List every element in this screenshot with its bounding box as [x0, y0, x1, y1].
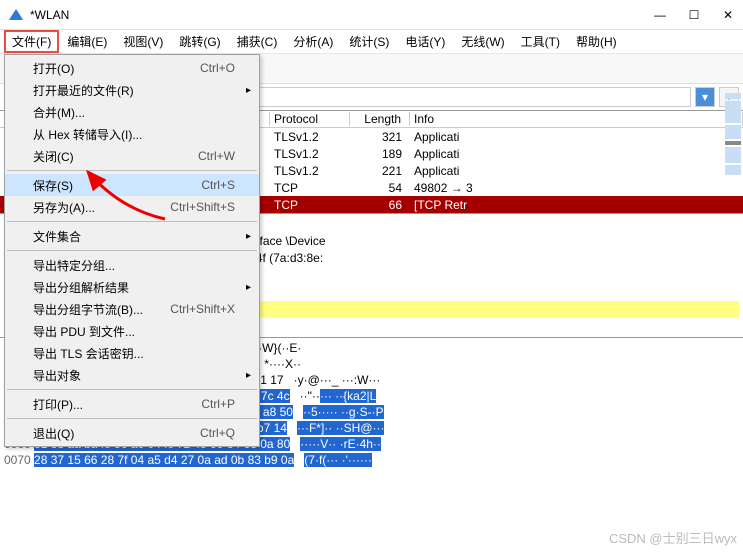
maximize-button[interactable]: ☐ [687, 8, 701, 22]
menu-item[interactable]: 导出 PDU 到文件... [5, 320, 259, 342]
col-protocol[interactable]: Protocol [270, 112, 350, 126]
menu-item[interactable]: 导出对象 ▸ [5, 364, 259, 386]
menu-item[interactable]: 打开(O)Ctrl+O [5, 57, 259, 79]
menu-item-label: 导出 PDU 到文件... [33, 323, 235, 340]
menu-无线[interactable]: 无线(W) [453, 30, 512, 53]
menu-分析[interactable]: 分析(A) [285, 30, 341, 53]
menu-item[interactable]: 另存为(A)...Ctrl+Shift+S [5, 196, 259, 218]
menu-separator [7, 418, 257, 419]
menu-item-label: 退出(Q) [33, 425, 200, 442]
menu-separator [7, 389, 257, 390]
menu-item-label: 导出分组字节流(B)... [33, 301, 170, 318]
menu-item[interactable]: 打印(P)...Ctrl+P [5, 393, 259, 415]
menu-item[interactable]: 退出(Q)Ctrl+Q [5, 422, 259, 444]
menu-item[interactable]: 从 Hex 转储导入(I)... [5, 123, 259, 145]
watermark: CSDN @士别三日wyx [609, 528, 737, 547]
menu-电话[interactable]: 电话(Y) [397, 30, 453, 53]
file-menu-dropdown: 打开(O)Ctrl+O 打开最近的文件(R) ▸ 合并(M)... 从 Hex 转储导入… [4, 54, 260, 447]
menu-帮助[interactable]: 帮助(H) [568, 30, 625, 53]
menu-shortcut: Ctrl+Shift+X [170, 302, 235, 316]
filter-dropdown-icon[interactable]: ▾ [695, 87, 715, 107]
menu-shortcut: Ctrl+O [200, 61, 235, 75]
menu-item-label: 导出特定分组... [33, 257, 235, 274]
menu-跳转[interactable]: 跳转(G) [171, 30, 228, 53]
menu-工具[interactable]: 工具(T) [513, 30, 568, 53]
menu-item-label: 保存(S) [33, 177, 201, 194]
menu-编辑[interactable]: 编辑(E) [59, 30, 115, 53]
menu-item[interactable]: 导出分组字节流(B)...Ctrl+Shift+X [5, 298, 259, 320]
menu-item-label: 导出 TLS 会话密钥... [33, 345, 235, 362]
menu-item[interactable]: 导出特定分组... [5, 254, 259, 276]
menubar: 文件(F)编辑(E)视图(V)跳转(G)捕获(C)分析(A)统计(S)电话(Y)… [0, 30, 743, 54]
menu-item[interactable]: 导出 TLS 会话密钥... [5, 342, 259, 364]
menu-视图[interactable]: 视图(V) [115, 30, 171, 53]
menu-文件[interactable]: 文件(F) [4, 30, 59, 53]
menu-shortcut: Ctrl+S [201, 178, 235, 192]
submenu-arrow-icon: ▸ [246, 231, 251, 242]
menu-item-label: 打印(P)... [33, 396, 201, 413]
menu-item[interactable]: 合并(M)... [5, 101, 259, 123]
menu-item[interactable]: 文件集合 ▸ [5, 225, 259, 247]
window-title: *WLAN [30, 8, 653, 22]
menu-item-label: 另存为(A)... [33, 199, 170, 216]
menu-separator [7, 170, 257, 171]
menu-统计[interactable]: 统计(S) [341, 30, 397, 53]
submenu-arrow-icon: ▸ [246, 370, 251, 381]
col-length[interactable]: Length [350, 112, 410, 126]
menu-separator [7, 250, 257, 251]
minimap-scroll[interactable] [723, 92, 743, 222]
menu-item-label: 文件集合 [33, 228, 235, 245]
menu-shortcut: Ctrl+Q [200, 426, 235, 440]
menu-item-label: 打开最近的文件(R) [33, 82, 235, 99]
menu-separator [7, 221, 257, 222]
submenu-arrow-icon: ▸ [246, 282, 251, 293]
minimize-button[interactable]: — [653, 8, 667, 22]
menu-item[interactable]: 导出分组解析结果 ▸ [5, 276, 259, 298]
menu-捕获[interactable]: 捕获(C) [229, 30, 286, 53]
close-button[interactable]: ✕ [721, 8, 735, 22]
app-icon [8, 7, 24, 23]
menu-item-label: 导出对象 [33, 367, 235, 384]
menu-item[interactable]: 关闭(C)Ctrl+W [5, 145, 259, 167]
menu-item-label: 关闭(C) [33, 148, 198, 165]
menu-shortcut: Ctrl+P [201, 397, 235, 411]
titlebar: *WLAN — ☐ ✕ [0, 0, 743, 30]
menu-item-label: 从 Hex 转储导入(I)... [33, 126, 235, 143]
menu-item-label: 合并(M)... [33, 104, 235, 121]
menu-item-label: 打开(O) [33, 60, 200, 77]
menu-shortcut: Ctrl+W [198, 149, 235, 163]
menu-shortcut: Ctrl+Shift+S [170, 200, 235, 214]
menu-item[interactable]: 保存(S)Ctrl+S [5, 174, 259, 196]
menu-item[interactable]: 打开最近的文件(R) ▸ [5, 79, 259, 101]
submenu-arrow-icon: ▸ [246, 85, 251, 96]
menu-item-label: 导出分组解析结果 [33, 279, 235, 296]
hex-row[interactable]: 0070 28 37 15 66 28 7f 04 a5 d4 27 0a ad… [4, 452, 743, 468]
col-info[interactable]: Info [410, 112, 743, 126]
